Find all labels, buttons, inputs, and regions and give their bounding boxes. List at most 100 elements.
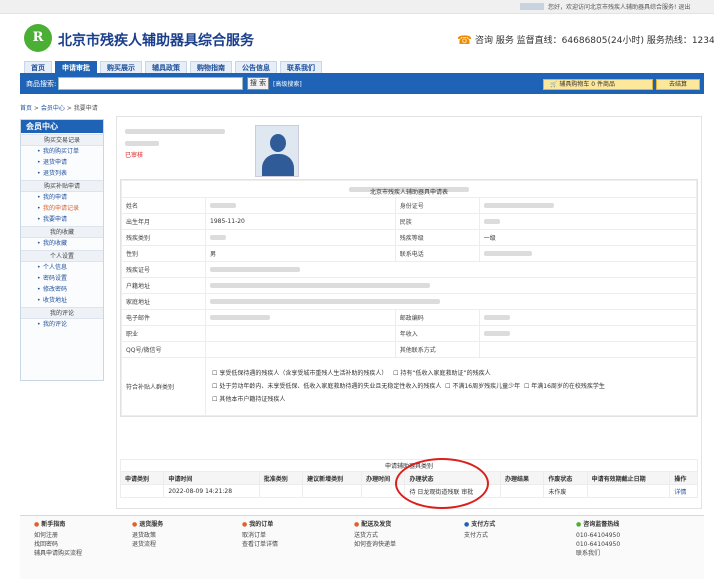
footer-title: 咨询监督热线 — [583, 521, 620, 528]
tools-icon: ● — [354, 521, 360, 528]
sidebar-item-password-change[interactable]: 修改密码 — [21, 284, 103, 295]
subsidy-checkbox[interactable]: ☐ — [212, 383, 217, 390]
hotline-text: 咨询 服务 监督直线：64686805(24小时) 服务热线：12345 — [474, 36, 714, 46]
column-header: 作废状态 — [543, 471, 588, 485]
phone-icon: ☎ — [457, 33, 472, 47]
footer-link[interactable]: 如何查询快递单 — [354, 540, 396, 549]
sidebar-section: 购买补贴申请 — [21, 180, 103, 192]
field-value: 男 — [205, 245, 396, 262]
field-label: 姓名 — [121, 197, 206, 214]
sidebar-item-favorites[interactable]: 我的收藏 — [21, 238, 103, 249]
sidebar-section: 购买交易记录 — [21, 134, 103, 146]
nav-purchase[interactable]: 购买展示 — [100, 61, 142, 73]
cart-icon: ● — [242, 521, 248, 528]
footer-link[interactable]: 送货方式 — [354, 531, 396, 540]
search-input[interactable] — [58, 77, 243, 90]
refresh-icon: ● — [132, 521, 138, 528]
column-header: 办理结果 — [499, 471, 545, 485]
footer-column: ● 新手指南 如何注册 找回密码 辅具申请购买流程 — [34, 520, 82, 558]
search-button[interactable]: 搜 索 — [247, 77, 269, 90]
cell-approved — [258, 484, 304, 498]
field-label: 残疾等级 — [394, 229, 480, 246]
footer-link[interactable]: 如何注册 — [34, 531, 82, 540]
subsidy-checkbox[interactable]: ☐ — [445, 383, 450, 390]
column-header: 批准类别 — [258, 471, 304, 485]
field-label: QQ号/微信号 — [121, 341, 206, 358]
field-label: 职业 — [121, 325, 206, 342]
sidebar-section: 我的收藏 — [21, 226, 103, 238]
column-header: 申请类别 — [119, 471, 165, 485]
advanced-search-link[interactable]: [高级搜索] — [273, 79, 302, 88]
sidebar-item-reviews[interactable]: 我的评论 — [21, 319, 103, 330]
nav-contact[interactable]: 联系我们 — [280, 61, 322, 73]
detail-link[interactable]: 详情 — [669, 484, 698, 498]
sidebar-item-orders[interactable]: 我的购买订单 — [21, 146, 103, 157]
field-label: 家庭地址 — [121, 293, 206, 310]
phone-icon: ● — [576, 521, 582, 528]
breadcrumb: 首页 > 会员中心 > 我要申请 — [20, 103, 98, 112]
form-title-text: 北京市残疾人辅助器具申请表 — [349, 186, 469, 196]
cell-result — [499, 484, 545, 498]
cell-expire — [586, 484, 671, 498]
sidebar-section: 个人设置 — [21, 250, 103, 262]
field-label: 户籍地址 — [121, 277, 206, 294]
nav-application[interactable]: 申请审批 — [55, 61, 97, 73]
subsidy-options: ☐ 享受低保待遇的残疾人（含享受城市重残人生活补助的残疾人） ☐ 持有“低收入家… — [205, 357, 697, 416]
cart-icon: 🛒 — [550, 81, 560, 88]
nav-policy[interactable]: 辅具政策 — [145, 61, 187, 73]
cell-time: 2022-08-09 14:21:28 — [163, 484, 260, 498]
sidebar-item-new-apply[interactable]: 我要申请 — [21, 214, 103, 225]
breadcrumb-home[interactable]: 首页 — [20, 105, 32, 112]
field-value: 1985-11-20 — [205, 213, 396, 230]
sidebar-item-password-set[interactable]: 密码设置 — [21, 273, 103, 284]
nav-home[interactable]: 首页 — [24, 61, 52, 73]
footer-link[interactable]: 联系我们 — [576, 549, 620, 558]
column-header: 申请时间 — [163, 471, 260, 485]
sidebar-item-apply-records[interactable]: 我的申请记录 — [21, 203, 103, 214]
column-header: 申请有效期截止日期 — [586, 471, 671, 485]
footer-title: 新手指南 — [41, 521, 66, 528]
footer-link[interactable]: 退货流程 — [132, 540, 163, 549]
footer-link[interactable]: 辅具申请购买流程 — [34, 549, 82, 558]
sidebar-item-my-apply[interactable]: 我的申请 — [21, 192, 103, 203]
welcome-text[interactable]: 您好，欢迎访问北京市残疾人辅助器具综合服务! 退出 — [548, 2, 690, 11]
footer-link[interactable]: 查看订单详情 — [242, 540, 278, 549]
footer-column: ● 我的订单 取消订单 查看订单详情 — [242, 520, 278, 549]
site-title: 北京市残疾人辅助器具综合服务 — [58, 33, 254, 49]
field-label: 其他联系方式 — [394, 341, 480, 358]
sidebar-item-profile[interactable]: 个人信息 — [21, 262, 103, 273]
site-footer: ● 新手指南 如何注册 找回密码 辅具申请购买流程 ● 退货服务 退货政策 退货流程… — [20, 515, 704, 579]
subsidy-checkbox[interactable]: ☐ — [212, 370, 217, 377]
cell-void: 未作废 — [543, 484, 588, 498]
field-label: 联系电话 — [394, 245, 480, 262]
subsidy-checkbox[interactable]: ☐ — [393, 370, 398, 377]
footer-link[interactable]: 找回密码 — [34, 540, 82, 549]
main-nav: 首页 申请审批 购买展示 辅具政策 购物指南 公告信息 联系我们 — [24, 61, 325, 73]
footer-link[interactable]: 退货政策 — [132, 531, 163, 540]
nav-notice[interactable]: 公告信息 — [235, 61, 277, 73]
footer-link[interactable]: 支付方式 — [464, 531, 495, 540]
sidebar-item-return-apply[interactable]: 退货申请 — [21, 157, 103, 168]
sidebar-item-return-list[interactable]: 退货列表 — [21, 168, 103, 179]
subsidy-option: 处于劳动年龄内、未享受低保、低收入家庭救助待遇的失业且无稳定性收入的残疾人 — [219, 383, 442, 390]
application-detail: 已审核 北京市残疾人辅助器具申请表 姓名 身份证号 出生年月 1985-11-20 民… — [116, 116, 702, 509]
checkout-button[interactable]: 去结算 — [656, 79, 700, 90]
search-label: 商品搜索: — [26, 80, 57, 88]
breadcrumb-sep: > — [64, 105, 74, 112]
member-sidebar: 会员中心 购买交易记录 我的购买订单 退货申请 退货列表 购买补贴申请 我的申请… — [20, 119, 104, 381]
subsidy-checkbox[interactable]: ☐ — [212, 396, 217, 403]
column-header: 建议新增类别 — [302, 471, 363, 485]
footer-link[interactable]: 取消订单 — [242, 531, 278, 540]
subsidy-option: 享受低保待遇的残疾人（含享受城市重残人生活补助的残疾人） — [219, 370, 388, 377]
breadcrumb-center[interactable]: 会员中心 — [41, 105, 65, 112]
field-label: 出生年月 — [121, 213, 206, 230]
field-label: 性别 — [121, 245, 206, 262]
footer-phone: 010-64104950 — [576, 541, 621, 548]
field-label: 电子邮件 — [121, 309, 206, 326]
sidebar-item-address[interactable]: 收货地址 — [21, 295, 103, 306]
subsidy-checkbox[interactable]: ☐ — [524, 383, 529, 390]
cart-button[interactable]: 🛒 辅具购物车 0 件商品 — [543, 79, 653, 90]
site-logo[interactable]: R — [24, 24, 52, 52]
nav-guide[interactable]: 购物指南 — [190, 61, 232, 73]
footer-title: 配送及发货 — [361, 521, 392, 528]
